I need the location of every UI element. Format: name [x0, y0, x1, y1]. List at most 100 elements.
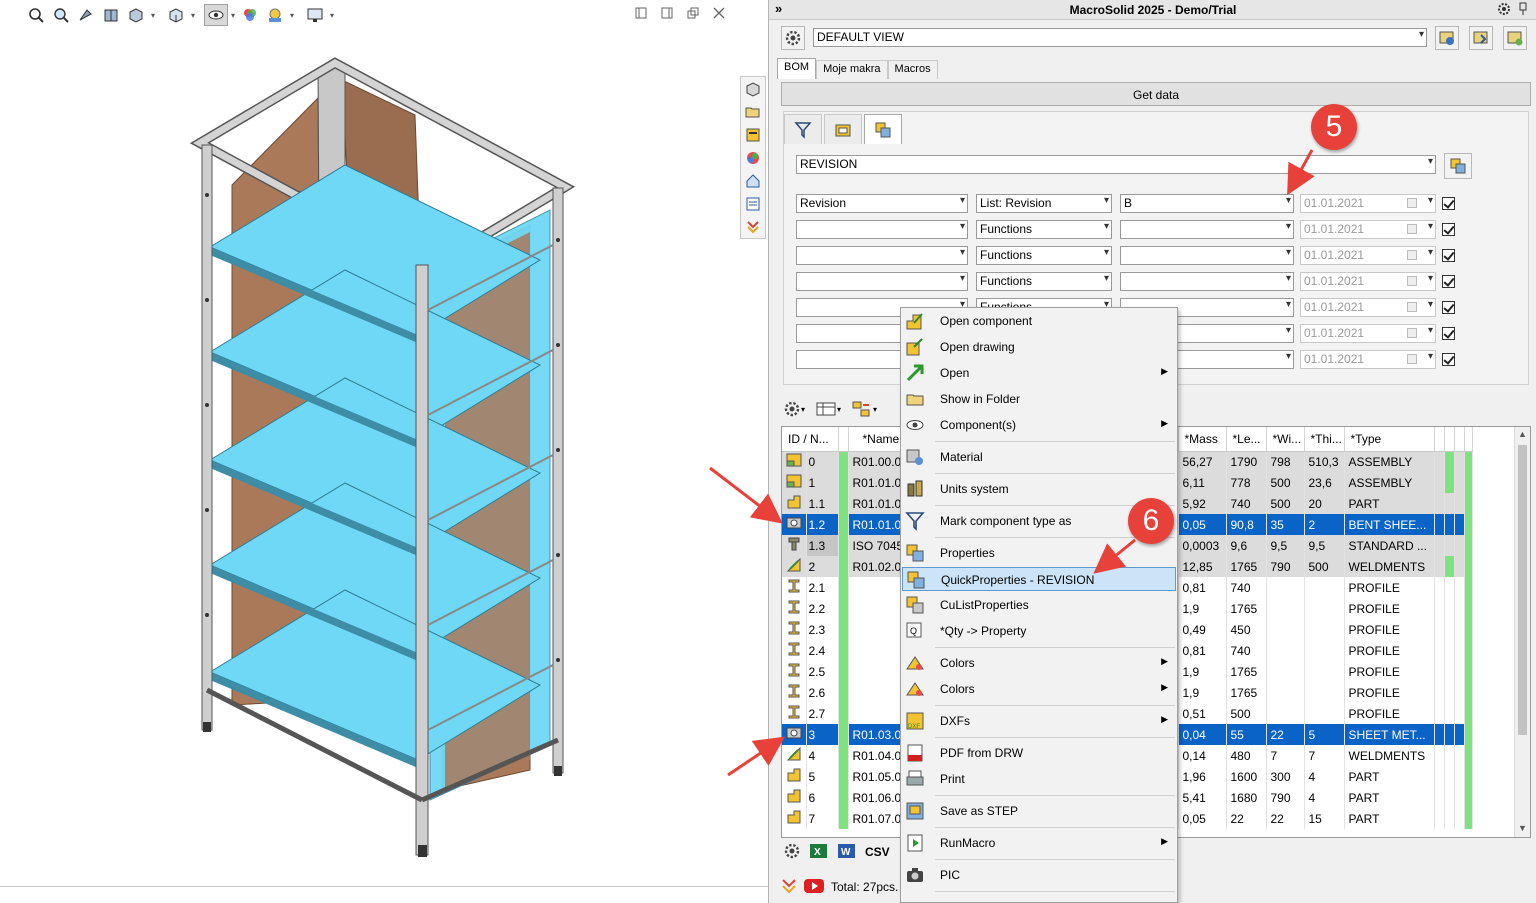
- filter-value-select[interactable]: ▾: [1120, 246, 1294, 265]
- calendar-icon[interactable]: [1407, 276, 1417, 286]
- filter-date-picker[interactable]: 01.01.2021 ▾: [1300, 324, 1436, 343]
- gear-icon[interactable]: [1497, 2, 1511, 19]
- pin-icon[interactable]: [1517, 2, 1529, 19]
- filter-enable-checkbox[interactable]: [1442, 353, 1455, 366]
- filter-enable-checkbox[interactable]: [1442, 327, 1455, 340]
- export-settings-gear-icon[interactable]: [783, 842, 801, 863]
- calendar-icon[interactable]: [1407, 250, 1417, 260]
- tab-macros[interactable]: Macros: [887, 60, 938, 79]
- filter-date-picker[interactable]: 01.01.2021 ▾: [1300, 246, 1436, 265]
- filter-function-select[interactable]: List: Revision ▾: [976, 194, 1112, 213]
- appearance-icon[interactable]: [741, 146, 765, 169]
- filter-date-picker[interactable]: 01.01.2021 ▾: [1300, 220, 1436, 239]
- filter-enable-checkbox[interactable]: [1442, 249, 1455, 262]
- expand-icon[interactable]: [781, 877, 797, 898]
- filter-field-select[interactable]: Revision ▾: [796, 194, 968, 213]
- home-icon[interactable]: [741, 169, 765, 192]
- header-id[interactable]: ID / N...: [782, 427, 839, 452]
- calendar-icon[interactable]: [1407, 302, 1417, 312]
- folder-tab-icon[interactable]: [824, 114, 862, 144]
- filter-field-select[interactable]: ▾: [796, 272, 968, 291]
- filter-enable-checkbox[interactable]: [1442, 197, 1455, 210]
- save-view-button[interactable]: [1469, 26, 1493, 50]
- parts-icon[interactable]: [741, 77, 765, 100]
- menu-item-save-as-step[interactable]: Save as STEP: [902, 799, 1176, 823]
- menu-item-print[interactable]: Print: [902, 767, 1176, 791]
- filter-field-select[interactable]: ▾: [796, 246, 968, 265]
- menu-item-colors[interactable]: Colors ▶: [902, 651, 1176, 675]
- menu-item-show-in-folder[interactable]: Show in Folder: [902, 387, 1176, 411]
- menu-item-open-component[interactable]: Open component: [902, 309, 1176, 333]
- menu-item-qty-property[interactable]: Q *Qty -> Property: [902, 619, 1176, 643]
- tab-moje-makra[interactable]: Moje makra: [816, 60, 888, 79]
- menu-item-label: Properties: [940, 546, 995, 560]
- graphics-area[interactable]: ▾ ▾ ▾ ▾ ▾: [0, 0, 768, 903]
- list-icon[interactable]: [741, 192, 765, 215]
- settings-gear-button[interactable]: [781, 26, 805, 50]
- apply-property-button[interactable]: [1444, 153, 1472, 179]
- filter-enable-checkbox[interactable]: [1442, 275, 1455, 288]
- filter-enable-checkbox[interactable]: [1442, 301, 1455, 314]
- manage-views-button[interactable]: [1503, 26, 1527, 50]
- header-type[interactable]: *Type: [1344, 427, 1435, 452]
- filter-value-select[interactable]: ▾: [1120, 220, 1294, 239]
- quick-properties-tab-icon[interactable]: [864, 114, 902, 144]
- menu-item-dxfs[interactable]: DXF DXFs ▶: [902, 709, 1176, 733]
- filter-field-select[interactable]: ▾: [796, 220, 968, 239]
- menu-item-pic[interactable]: PIC: [902, 863, 1176, 887]
- folder-open-icon[interactable]: [741, 100, 765, 123]
- filter-date-picker[interactable]: 01.01.2021 ▾: [1300, 350, 1436, 369]
- grid-vertical-scrollbar[interactable]: ▲ ▼: [1514, 427, 1530, 837]
- calendar-icon[interactable]: [1407, 328, 1417, 338]
- filter-value-select[interactable]: B ▾: [1120, 194, 1294, 213]
- calendar-icon[interactable]: [1407, 354, 1417, 364]
- filter-function-select[interactable]: Functions▾: [976, 246, 1112, 265]
- load-view-button[interactable]: [1435, 26, 1459, 50]
- units-icon: [905, 479, 925, 499]
- menu-item-quickproperties-revision[interactable]: QuickProperties - REVISION: [902, 567, 1176, 591]
- filter-date-picker[interactable]: 01.01.2021 ▾: [1300, 194, 1436, 213]
- table-columns-icon[interactable]: ▾: [815, 400, 845, 421]
- tab-bom[interactable]: BOM: [777, 58, 817, 79]
- menu-item-open-drawing[interactable]: Open drawing: [902, 335, 1176, 359]
- menu-item-runmacro[interactable]: RunMacro ▶: [902, 831, 1176, 855]
- header-width[interactable]: *Wi...: [1266, 427, 1305, 452]
- menu-item-open[interactable]: Open ▶: [902, 361, 1176, 385]
- menu-item-pdf-from-drw[interactable]: PDF from DRW: [902, 741, 1176, 765]
- filter-tab-icon[interactable]: [784, 114, 822, 144]
- calendar-icon[interactable]: [1407, 198, 1417, 208]
- property-select[interactable]: REVISION ▾: [796, 155, 1436, 174]
- header-mass[interactable]: *Mass: [1178, 427, 1227, 452]
- filter-function-select[interactable]: Functions▾: [976, 220, 1112, 239]
- filter-value-select[interactable]: ▾: [1120, 272, 1294, 291]
- export-toolbar: X W CSV: [783, 840, 890, 864]
- filter-function-select[interactable]: Functions▾: [976, 272, 1112, 291]
- properties-icon[interactable]: [741, 123, 765, 146]
- header-thickness[interactable]: *Thi...: [1304, 427, 1345, 452]
- word-export-icon[interactable]: W: [837, 842, 857, 863]
- calendar-icon[interactable]: [1407, 224, 1417, 234]
- tree-structure-icon[interactable]: ▾: [851, 400, 881, 421]
- row-id: 4: [806, 745, 839, 766]
- menu-item-units-system[interactable]: Units system: [902, 477, 1176, 501]
- screw-icon: [782, 535, 807, 556]
- filter-date-picker[interactable]: 01.01.2021 ▾: [1300, 272, 1436, 291]
- row-thickness: 4: [1304, 766, 1345, 787]
- menu-item-label: PDF from DRW: [940, 746, 1024, 760]
- menu-item-culistproperties[interactable]: CuListProperties: [902, 593, 1176, 617]
- filter-enable-checkbox[interactable]: [1442, 223, 1455, 236]
- filter-date-picker[interactable]: 01.01.2021 ▾: [1300, 298, 1436, 317]
- shelving-rack-model[interactable]: [0, 0, 740, 880]
- view-select[interactable]: DEFAULT VIEW ▾: [813, 28, 1427, 47]
- expand-icon[interactable]: [741, 215, 765, 238]
- csv-export-button[interactable]: CSV: [865, 845, 890, 859]
- menu-item-material[interactable]: Material: [902, 445, 1176, 469]
- menu-item-colors[interactable]: Colors ▶: [902, 677, 1176, 701]
- menu-item-properties[interactable]: Properties: [902, 541, 1176, 565]
- header-length[interactable]: *Le...: [1226, 427, 1267, 452]
- menu-item-component-s[interactable]: Component(s) ▶: [902, 413, 1176, 437]
- get-data-button[interactable]: Get data: [781, 82, 1531, 106]
- bom-settings-gear-icon[interactable]: ▾: [783, 400, 809, 421]
- youtube-icon[interactable]: [803, 878, 825, 897]
- excel-export-icon[interactable]: X: [809, 842, 829, 863]
